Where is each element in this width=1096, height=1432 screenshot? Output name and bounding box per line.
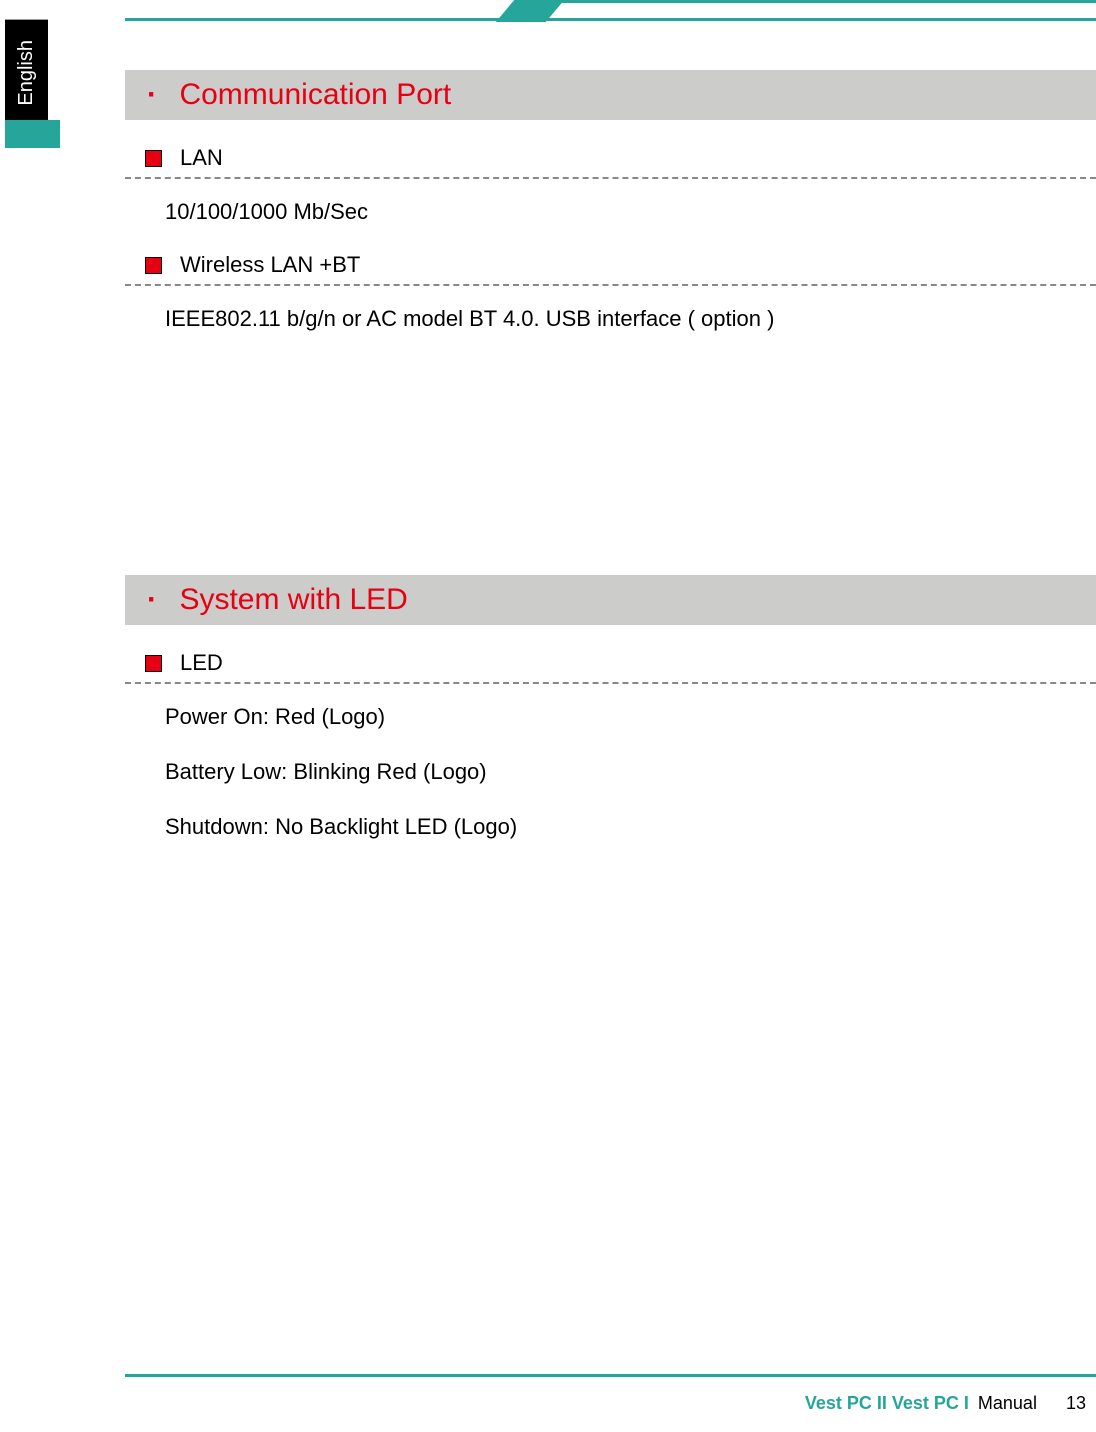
section-title: System with LED — [179, 583, 407, 616]
sub-header-label: LAN — [180, 145, 223, 171]
spec-line: 10/100/1000 Mb/Sec — [165, 195, 1096, 228]
page-number: 13 — [1066, 1393, 1086, 1413]
dashed-divider — [125, 284, 1096, 286]
footer-brand: Vest PC II Vest PC I — [805, 1393, 969, 1413]
dashed-divider — [125, 177, 1096, 179]
body-text-wlan: IEEE802.11 b/g/n or AC model BT 4.0. USB… — [125, 302, 1096, 335]
section-title: Communication Port — [179, 78, 451, 111]
spec-line: IEEE802.11 b/g/n or AC model BT 4.0. USB… — [165, 302, 1096, 335]
body-text-led: Power On: Red (Logo) Battery Low: Blinki… — [125, 700, 1096, 843]
footer: Vest PC II Vest PC I Manual 13 — [805, 1393, 1086, 1414]
page-content: · Communication Port LAN 10/100/1000 Mb/… — [125, 60, 1096, 867]
spec-line: Shutdown: No Backlight LED (Logo) — [165, 810, 1096, 843]
spec-line: Power On: Red (Logo) — [165, 700, 1096, 733]
top-rule — [125, 0, 1096, 22]
dashed-divider — [125, 682, 1096, 684]
square-icon — [145, 150, 162, 167]
language-tab: English — [5, 20, 48, 126]
bottom-rule — [125, 1374, 1096, 1377]
square-icon — [145, 257, 162, 274]
sub-header-wlan-bt: Wireless LAN +BT — [125, 252, 1096, 278]
section-banner-communication-port: · Communication Port — [125, 70, 1096, 120]
spec-line: Battery Low: Blinking Red (Logo) — [165, 755, 1096, 788]
body-text-lan: 10/100/1000 Mb/Sec — [125, 195, 1096, 228]
footer-label: Manual — [978, 1393, 1037, 1413]
section-banner-system-led: · System with LED — [125, 575, 1096, 625]
bullet-icon: · — [147, 583, 157, 616]
sub-header-label: Wireless LAN +BT — [180, 252, 360, 278]
sub-header-label: LED — [180, 650, 223, 676]
bullet-icon: · — [147, 78, 157, 111]
sub-header-lan: LAN — [125, 145, 1096, 171]
accent-tab — [5, 120, 60, 148]
square-icon — [145, 655, 162, 672]
sub-header-led: LED — [125, 650, 1096, 676]
